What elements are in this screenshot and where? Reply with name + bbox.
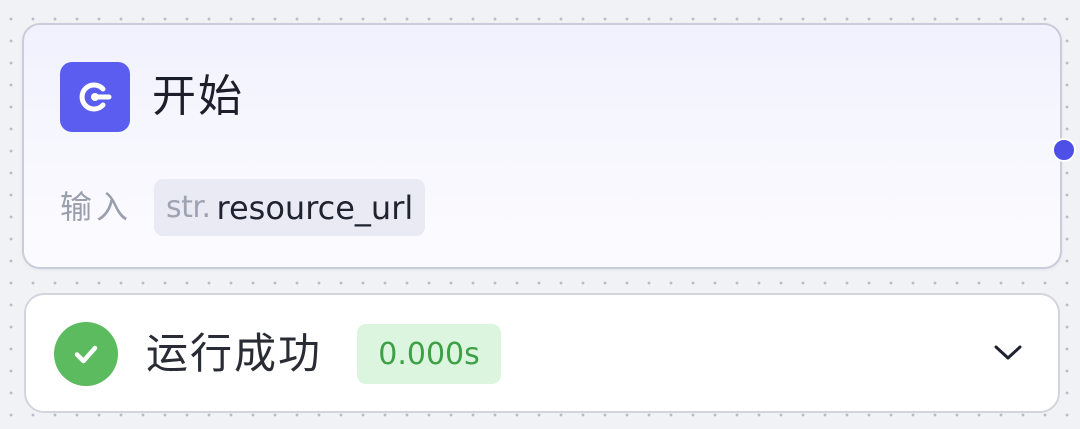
output-handle[interactable]	[1052, 138, 1076, 162]
variable-type: str.	[166, 190, 211, 225]
input-variable-tag: str. resource_url	[154, 179, 426, 236]
variable-name: resource_url	[216, 188, 414, 227]
input-label: 输入	[60, 188, 133, 226]
node-title: 开始	[152, 71, 244, 122]
duration-badge: 0.000s	[357, 324, 501, 384]
start-node-icon	[60, 62, 130, 132]
run-status-text: 运行成功	[146, 329, 323, 378]
expand-toggle-button[interactable]	[990, 335, 1026, 371]
check-circle-icon	[54, 322, 118, 386]
run-result-card: 运行成功 0.000s	[24, 293, 1060, 413]
start-node-card[interactable]: 开始 输入 str. resource_url	[22, 23, 1062, 269]
chevron-down-icon	[994, 345, 1022, 360]
